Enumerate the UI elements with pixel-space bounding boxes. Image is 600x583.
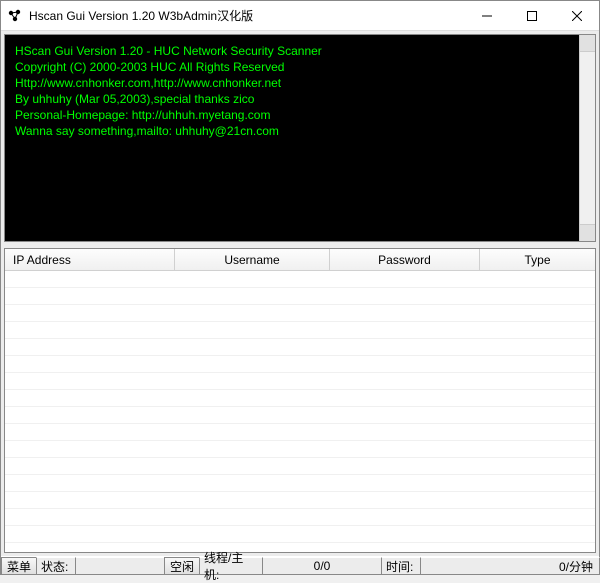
time-label: 时间: (381, 557, 421, 575)
column-header-ip[interactable]: IP Address (5, 249, 175, 270)
table-row (5, 271, 595, 288)
client-area: HScan Gui Version 1.20 - HUC Network Sec… (1, 31, 599, 556)
grid-header: IP Address Username Password Type (5, 249, 595, 271)
maximize-button[interactable] (509, 1, 554, 30)
table-row (5, 475, 595, 492)
console-line: Personal-Homepage: http://uhhuh.myetang.… (15, 107, 585, 123)
grid-body[interactable] (5, 271, 595, 552)
close-button[interactable] (554, 1, 599, 30)
table-row (5, 509, 595, 526)
console-line: HScan Gui Version 1.20 - HUC Network Sec… (15, 43, 585, 59)
table-row (5, 458, 595, 475)
status-label: 状态: (36, 557, 76, 575)
threads-label: 线程/主机: (199, 557, 263, 575)
table-row (5, 305, 595, 322)
app-icon (7, 8, 23, 24)
table-row (5, 322, 595, 339)
console-line: Http://www.cnhonker.com,http://www.cnhon… (15, 75, 585, 91)
idle-button[interactable]: 空闲 (164, 557, 200, 575)
console-output: HScan Gui Version 1.20 - HUC Network Sec… (4, 34, 596, 242)
console-line: Wanna say something,mailto: uhhuhy@21cn.… (15, 123, 585, 139)
table-row (5, 407, 595, 424)
table-row (5, 339, 595, 356)
console-line: Copyright (C) 2000-2003 HUC All Rights R… (15, 59, 585, 75)
column-header-type[interactable]: Type (480, 249, 595, 270)
table-row (5, 424, 595, 441)
menu-button[interactable]: 菜单 (1, 557, 37, 575)
minimize-button[interactable] (464, 1, 509, 30)
window-controls (464, 1, 599, 30)
table-row (5, 492, 595, 509)
column-header-password[interactable]: Password (330, 249, 480, 270)
console-scrollbar[interactable] (579, 35, 595, 241)
table-row (5, 526, 595, 543)
table-row (5, 390, 595, 407)
statusbar: 菜单 状态: 空闲 线程/主机: 0/0 时间: 0/分钟 (1, 556, 599, 574)
console-line: By uhhuhy (Mar 05,2003),special thanks z… (15, 91, 585, 107)
table-row (5, 373, 595, 390)
table-row (5, 288, 595, 305)
threads-value: 0/0 (262, 557, 382, 575)
status-value (75, 557, 165, 575)
results-grid: IP Address Username Password Type (4, 248, 596, 553)
table-row (5, 356, 595, 373)
window-title: Hscan Gui Version 1.20 W3bAdmin汉化版 (29, 7, 464, 24)
column-header-username[interactable]: Username (175, 249, 330, 270)
table-row (5, 441, 595, 458)
titlebar: Hscan Gui Version 1.20 W3bAdmin汉化版 (1, 1, 599, 31)
time-value: 0/分钟 (420, 557, 600, 575)
